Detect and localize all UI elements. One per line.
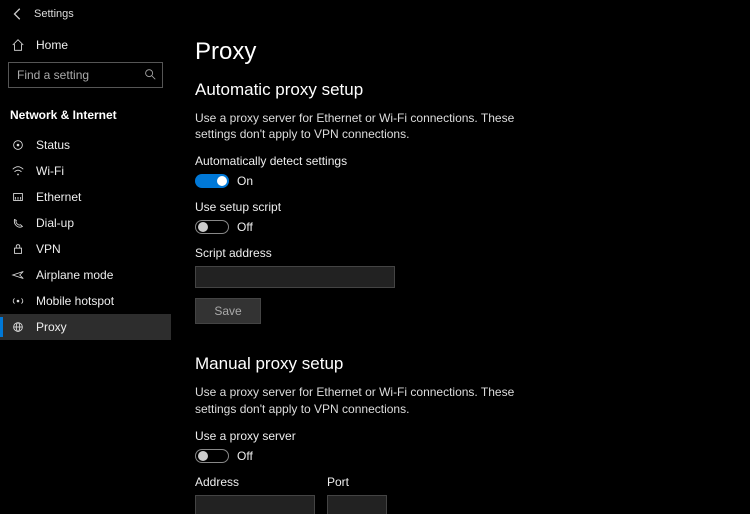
proxy-icon	[10, 320, 26, 334]
sidebar-item-dialup[interactable]: Dial-up	[0, 210, 171, 236]
manual-address-label: Address	[195, 475, 315, 489]
manual-address-input[interactable]	[195, 495, 315, 514]
sidebar-item-label: Wi-Fi	[36, 164, 64, 178]
sidebar-home-label: Home	[36, 38, 68, 52]
use-script-label: Use setup script	[195, 200, 726, 214]
sidebar: Home Network & Internet Status Wi-Fi Eth…	[0, 28, 171, 514]
sidebar-item-label: Airplane mode	[36, 268, 113, 282]
dialup-icon	[10, 216, 26, 230]
use-script-toggle[interactable]	[195, 220, 229, 234]
auto-detect-state: On	[237, 174, 253, 188]
sidebar-item-label: Dial-up	[36, 216, 74, 230]
sidebar-item-vpn[interactable]: VPN	[0, 236, 171, 262]
ethernet-icon	[10, 190, 26, 204]
use-proxy-state: Off	[237, 449, 253, 463]
script-address-input[interactable]	[195, 266, 395, 288]
manual-port-label: Port	[327, 475, 387, 489]
use-proxy-label: Use a proxy server	[195, 429, 726, 443]
airplane-icon	[10, 268, 26, 282]
sidebar-category: Network & Internet	[0, 100, 171, 130]
auto-section-desc: Use a proxy server for Ethernet or Wi-Fi…	[195, 110, 515, 142]
sidebar-item-proxy[interactable]: Proxy	[0, 314, 171, 340]
manual-port-input[interactable]	[327, 495, 387, 514]
use-proxy-toggle[interactable]	[195, 449, 229, 463]
sidebar-item-airplane[interactable]: Airplane mode	[0, 262, 171, 288]
back-button[interactable]	[8, 4, 28, 24]
content-area: Proxy Automatic proxy setup Use a proxy …	[171, 28, 750, 514]
script-address-label: Script address	[195, 246, 726, 260]
manual-section-title: Manual proxy setup	[195, 354, 726, 374]
app-title: Settings	[34, 8, 74, 20]
sidebar-item-label: Status	[36, 138, 70, 152]
sidebar-item-hotspot[interactable]: Mobile hotspot	[0, 288, 171, 314]
auto-section-title: Automatic proxy setup	[195, 80, 726, 100]
sidebar-item-ethernet[interactable]: Ethernet	[0, 184, 171, 210]
auto-detect-label: Automatically detect settings	[195, 154, 726, 168]
use-script-state: Off	[237, 220, 253, 234]
sidebar-home[interactable]: Home	[0, 32, 171, 58]
hotspot-icon	[10, 294, 26, 308]
sidebar-item-label: Ethernet	[36, 190, 81, 204]
search-input[interactable]	[8, 62, 163, 88]
sidebar-item-wifi[interactable]: Wi-Fi	[0, 158, 171, 184]
sidebar-item-status[interactable]: Status	[0, 132, 171, 158]
status-icon	[10, 138, 26, 152]
home-icon	[10, 38, 26, 52]
sidebar-item-label: Mobile hotspot	[36, 294, 114, 308]
back-arrow-icon	[11, 7, 25, 21]
vpn-icon	[10, 242, 26, 256]
sidebar-item-label: VPN	[36, 242, 61, 256]
wifi-icon	[10, 164, 26, 178]
auto-detect-toggle[interactable]	[195, 174, 229, 188]
sidebar-item-label: Proxy	[36, 320, 67, 334]
page-title: Proxy	[195, 38, 726, 66]
manual-section-desc: Use a proxy server for Ethernet or Wi-Fi…	[195, 384, 515, 416]
auto-save-button[interactable]: Save	[195, 298, 261, 324]
